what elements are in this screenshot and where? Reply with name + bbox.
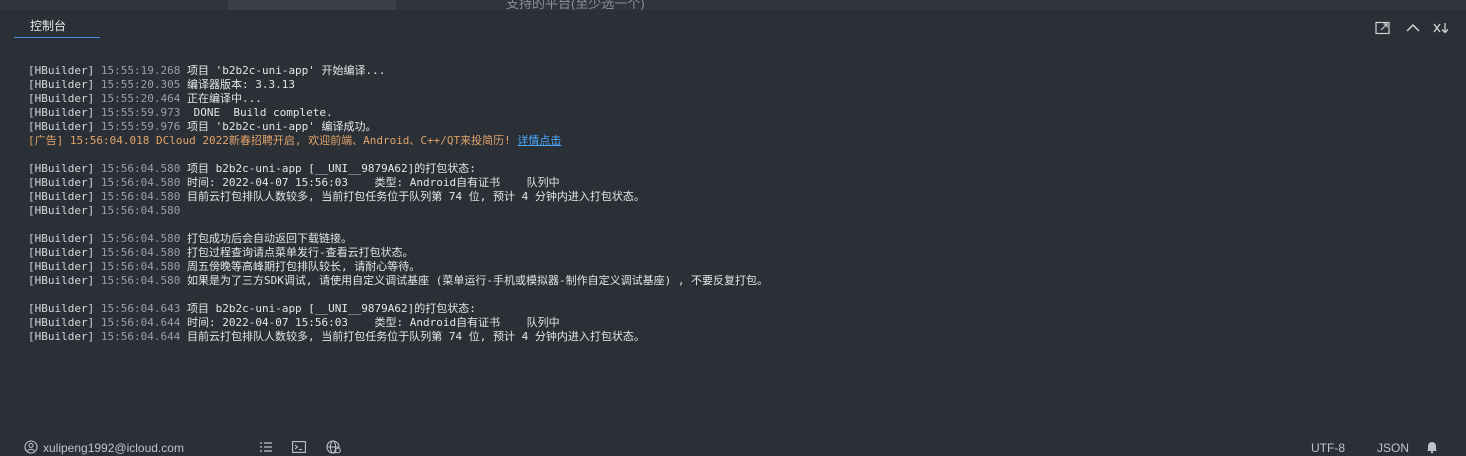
log-message: 打包过程查询请点菜单发行-查看云打包状态。	[186, 246, 414, 259]
platform-hint-text: 支持的平台(至少选一个)	[506, 0, 645, 10]
log-line: [HBuilder] 15:56:04.643 项目 b2b2c-uni-app…	[28, 302, 1448, 316]
log-source-tag: [HBuilder]	[28, 330, 95, 343]
log-message: 目前云打包排队人数较多, 当前打包任务位于队列第 74 位, 预计 4 分钟内进…	[186, 330, 645, 343]
encoding-indicator[interactable]: UTF-8	[1311, 440, 1345, 456]
log-source-tag: [HBuilder]	[28, 64, 95, 77]
log-timestamp: 15:56:04.644	[100, 316, 181, 329]
log-source-tag: [HBuilder]	[28, 246, 95, 259]
log-timestamp: 15:56:04.644	[100, 330, 181, 343]
log-timestamp: 15:55:20.305	[100, 78, 181, 91]
log-source-tag: [HBuilder]	[28, 204, 95, 217]
log-timestamp: 15:56:04.643	[100, 302, 181, 315]
log-message: DONE Build complete.	[186, 106, 333, 119]
log-message: 项目 b2b2c-uni-app [__UNI__9879A62]的打包状态:	[186, 162, 476, 175]
log-message: 周五傍晚等高峰期打包排队较长, 请耐心等待。	[186, 260, 421, 273]
ad-details-link[interactable]: 详情点击	[517, 134, 561, 147]
log-line: [HBuilder] 15:56:04.644 时间: 2022-04-07 1…	[28, 316, 1448, 330]
log-blank-line	[28, 218, 1448, 232]
log-message: 项目 'b2b2c-uni-app' 编译成功。	[186, 120, 377, 133]
language-mode[interactable]: JSON	[1377, 440, 1409, 456]
log-timestamp: 15:55:59.973	[100, 106, 181, 119]
status-bar: xulipeng1992@icloud.com UTF-8 JSON	[0, 434, 1466, 456]
log-source-tag: [HBuilder]	[28, 106, 95, 119]
log-line: [HBuilder] 15:56:04.580 时间: 2022-04-07 1…	[28, 176, 1448, 190]
log-source-tag: [HBuilder]	[28, 260, 95, 273]
log-message: 项目 'b2b2c-uni-app' 开始编译...	[186, 64, 386, 77]
tab-console[interactable]: 控制台	[14, 18, 100, 38]
log-source-tag: [广告]	[28, 134, 64, 147]
log-source-tag: [HBuilder]	[28, 190, 95, 203]
log-message: 如果是为了三方SDK调试, 请使用自定义调试基座 (菜单运行-手机或模拟器-制作…	[186, 274, 769, 287]
log-blank-line	[28, 148, 1448, 162]
log-source-tag: [HBuilder]	[28, 274, 95, 287]
console-output: [HBuilder] 15:55:19.268 项目 'b2b2c-uni-ap…	[28, 64, 1448, 344]
log-line: [HBuilder] 15:56:04.644 目前云打包排队人数较多, 当前打…	[28, 330, 1448, 344]
log-timestamp: 15:55:59.976	[100, 120, 181, 133]
log-source-tag: [HBuilder]	[28, 78, 95, 91]
log-source-tag: [HBuilder]	[28, 162, 95, 175]
log-line: [HBuilder] 15:56:04.580 周五傍晚等高峰期打包排队较长, …	[28, 260, 1448, 274]
log-timestamp: 15:56:04.580	[100, 162, 181, 175]
log-source-tag: [HBuilder]	[28, 120, 95, 133]
log-line: [HBuilder] 15:56:04.580 打包过程查询请点菜单发行-查看云…	[28, 246, 1448, 260]
log-timestamp: 15:56:04.580	[100, 232, 181, 245]
clear-console-icon[interactable]	[1433, 20, 1451, 36]
log-source-tag: [HBuilder]	[28, 316, 95, 329]
log-timestamp: 15:56:04.018	[69, 134, 150, 147]
log-line: [HBuilder] 15:55:20.464 正在编译中...	[28, 92, 1448, 106]
console-panel-header	[0, 11, 1466, 51]
log-message: 正在编译中...	[186, 92, 262, 105]
log-timestamp: 15:56:04.580	[100, 274, 181, 287]
log-line: [HBuilder] 15:56:04.580 如果是为了三方SDK调试, 请使…	[28, 274, 1448, 288]
log-message: 时间: 2022-04-07 15:56:03 类型: Android自有证书 …	[186, 176, 560, 189]
log-timestamp: 15:56:04.580	[100, 176, 181, 189]
log-line: [HBuilder] 15:55:59.973 DONE Build compl…	[28, 106, 1448, 120]
log-message: 时间: 2022-04-07 15:56:03 类型: Android自有证书 …	[186, 316, 560, 329]
log-line: [HBuilder] 15:55:19.268 项目 'b2b2c-uni-ap…	[28, 64, 1448, 78]
log-source-tag: [HBuilder]	[28, 92, 95, 105]
log-message: 项目 b2b2c-uni-app [__UNI__9879A62]的打包状态:	[186, 302, 476, 315]
open-in-new-window-icon[interactable]	[1374, 20, 1392, 36]
editor-top-strip: 支持的平台(至少选一个)	[0, 0, 1466, 10]
log-source-tag: [HBuilder]	[28, 176, 95, 189]
log-line: [HBuilder] 15:56:04.580 目前云打包排队人数较多, 当前打…	[28, 190, 1448, 204]
log-blank-line	[28, 288, 1448, 302]
log-message: 编译器版本: 3.3.13	[186, 78, 295, 91]
log-line: [HBuilder] 15:55:59.976 项目 'b2b2c-uni-ap…	[28, 120, 1448, 134]
log-timestamp: 15:56:04.580	[100, 204, 181, 217]
log-source-tag: [HBuilder]	[28, 232, 95, 245]
log-timestamp: 15:56:04.580	[100, 246, 181, 259]
collapse-up-icon[interactable]	[1404, 20, 1422, 36]
log-line: [HBuilder] 15:56:04.580	[28, 204, 1448, 218]
log-source-tag: [HBuilder]	[28, 302, 95, 315]
log-line: [HBuilder] 15:55:20.305 编译器版本: 3.3.13	[28, 78, 1448, 92]
log-line: [HBuilder] 15:56:04.580 打包成功后会自动返回下载链接。	[28, 232, 1448, 246]
log-message: 目前云打包排队人数较多, 当前打包任务位于队列第 74 位, 预计 4 分钟内进…	[186, 190, 645, 203]
log-timestamp: 15:56:04.580	[100, 190, 181, 203]
editor-tab[interactable]	[228, 0, 396, 10]
user-email[interactable]: xulipeng1992@icloud.com	[43, 440, 184, 456]
log-timestamp: 15:55:19.268	[100, 64, 181, 77]
log-message: 打包成功后会自动返回下载链接。	[186, 232, 352, 245]
log-ad-line: [广告] 15:56:04.018 DCloud 2022新春招聘开启, 欢迎前…	[28, 134, 1448, 148]
log-message: DCloud 2022新春招聘开启, 欢迎前端、Android、C++/QT来投…	[155, 134, 511, 147]
log-line: [HBuilder] 15:56:04.580 项目 b2b2c-uni-app…	[28, 162, 1448, 176]
log-timestamp: 15:56:04.580	[100, 260, 181, 273]
log-timestamp: 15:55:20.464	[100, 92, 181, 105]
